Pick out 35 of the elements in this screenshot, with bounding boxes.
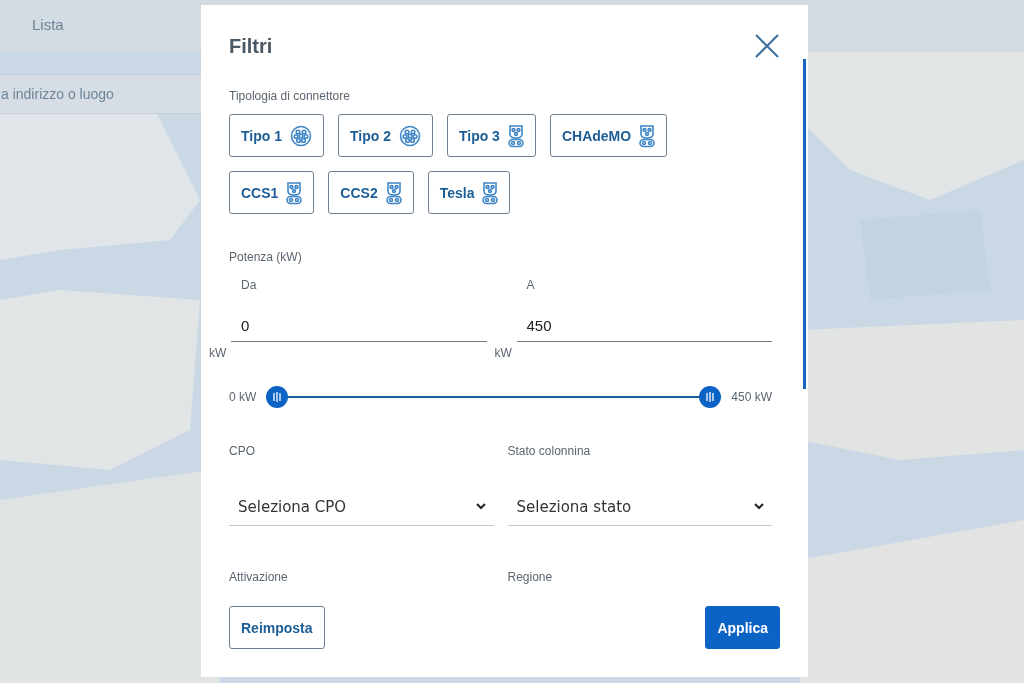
plug-icon <box>385 180 402 205</box>
field-label: Da <box>240 278 258 292</box>
connector-chip[interactable]: Tesla <box>427 171 511 214</box>
section-label: Tipologia di connettore <box>229 89 351 103</box>
chevron-down-icon <box>754 503 764 510</box>
socket-icon <box>398 124 421 147</box>
field-label: CPO <box>229 444 256 458</box>
apply-button[interactable]: Applica <box>705 606 780 649</box>
reset-button[interactable]: Reimposta <box>229 606 325 649</box>
field-label: A <box>525 278 536 292</box>
slider-thumb[interactable] <box>699 386 722 408</box>
plug-icon <box>482 180 499 205</box>
field-label: Attivazione <box>229 570 289 584</box>
dialog-title: Filtri <box>229 34 273 58</box>
plug-icon <box>507 123 524 148</box>
connector-chip[interactable]: CCS1 <box>229 171 315 214</box>
field-label: Regione <box>507 570 554 584</box>
section-label: Potenza (kW) <box>229 250 303 264</box>
connector-chip[interactable]: Tipo 3 <box>446 114 536 157</box>
close-icon[interactable] <box>754 33 780 59</box>
connector-chip[interactable]: Tipo 1 <box>229 114 324 157</box>
connector-chip[interactable]: Tipo 2 <box>337 114 433 157</box>
connector-chip[interactable]: CCS2 <box>328 171 414 214</box>
unit-label: kW <box>494 346 512 360</box>
field-label: Stato colonnina <box>507 444 592 458</box>
chevron-down-icon <box>475 503 486 510</box>
unit-label: kW <box>209 346 227 360</box>
slider-min-label: 0 kW <box>229 390 257 404</box>
plug-icon <box>286 180 303 205</box>
scrollbar[interactable] <box>803 59 806 389</box>
slider-thumb[interactable] <box>266 386 289 408</box>
socket-icon <box>289 124 312 147</box>
slider-max-label: 450 kW <box>731 390 772 404</box>
connector-chip[interactable]: CHAdeMO <box>549 114 668 157</box>
plug-icon <box>639 123 656 148</box>
